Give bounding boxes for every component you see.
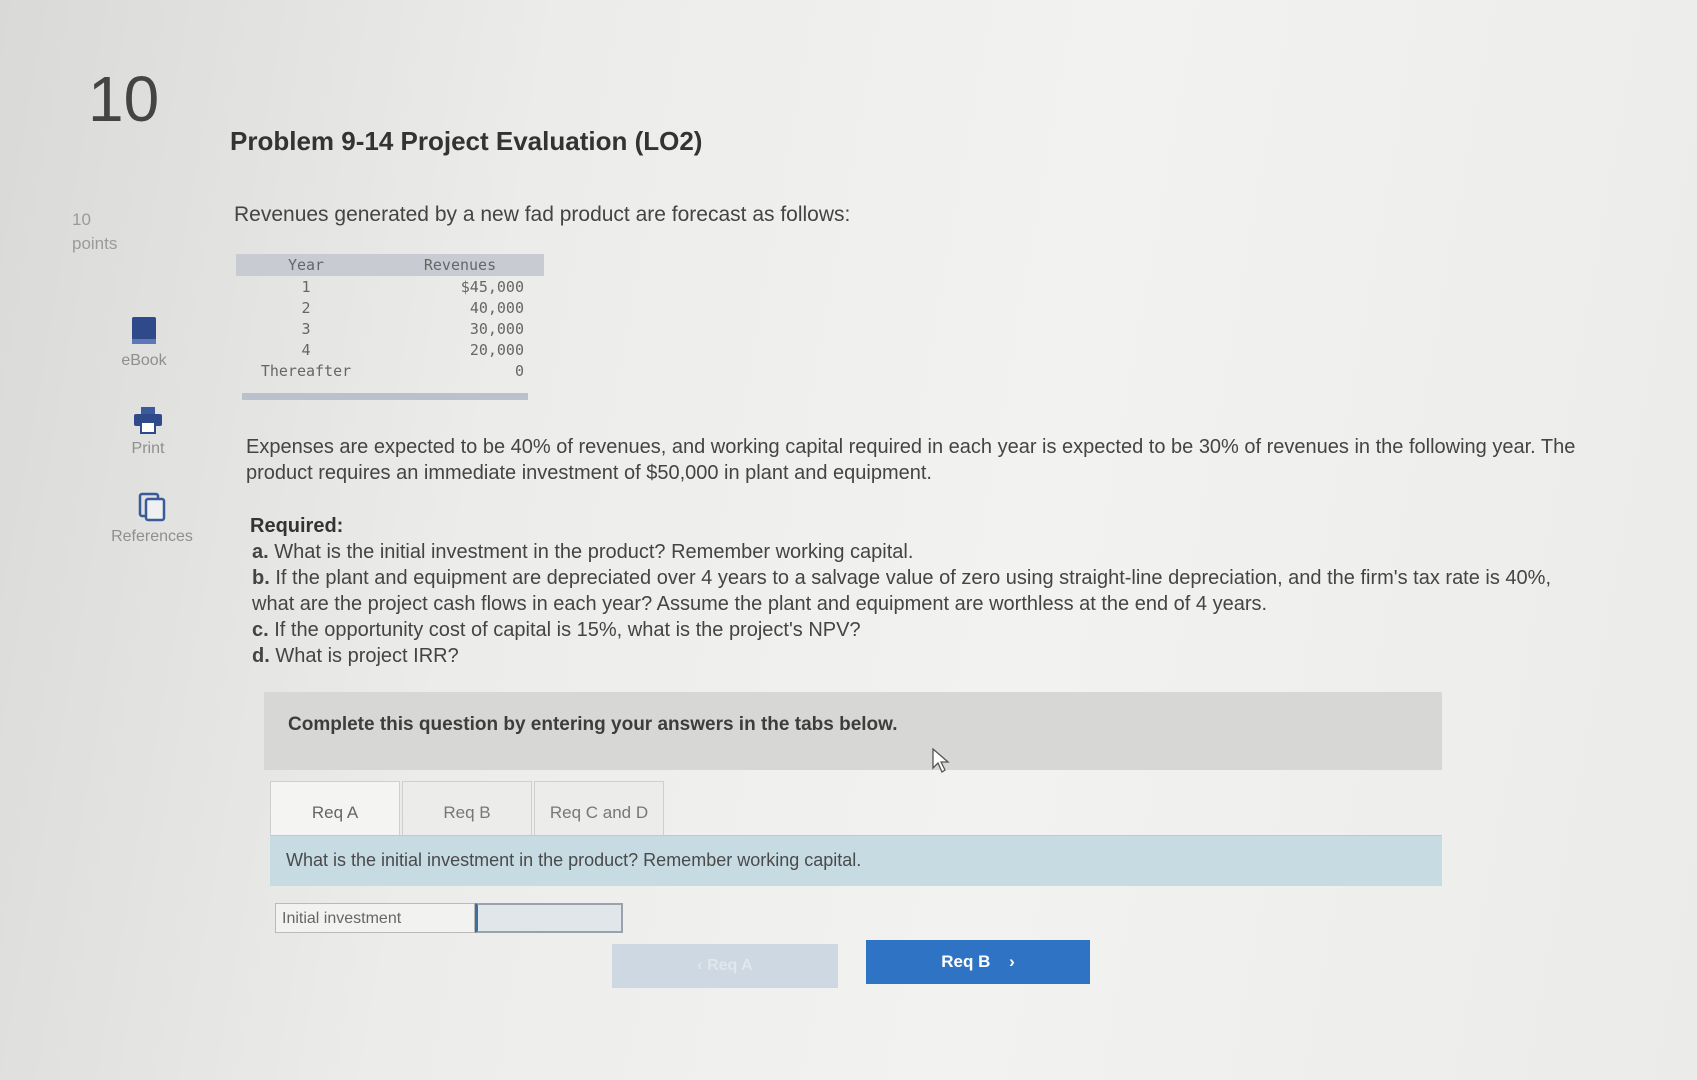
table-cell-year: 4 (301, 340, 311, 359)
tab-req-a[interactable]: Req A (270, 781, 400, 843)
references-label: References (111, 528, 193, 545)
problem-paragraph: Expenses are expected to be 40% of reven… (246, 436, 1576, 484)
initial-investment-input[interactable] (475, 903, 623, 933)
table-header-row: Year Revenues (236, 254, 544, 276)
table-row: Thereafter 0 (236, 360, 544, 381)
screen: 10 10 points eBook Print References Prob… (0, 0, 1697, 1080)
active-question-bar: What is the initial investment in the pr… (270, 835, 1442, 886)
table-cell-revenue: $45,000 (460, 277, 524, 296)
table-cell-revenue: 0 (514, 361, 524, 380)
revenue-table: Year Revenues 1 $45,000 2 40,000 3 30,00… (236, 254, 544, 381)
table-header-year: Year (236, 254, 376, 276)
table-cell-year: 3 (301, 319, 311, 338)
required-text: What is the initial investment in the pr… (274, 541, 914, 563)
next-button-label: Req B (941, 952, 991, 971)
table-row: 4 20,000 (236, 339, 544, 360)
tab-req-b[interactable]: Req B (402, 781, 532, 843)
required-letter: d. (252, 645, 270, 667)
question-number: 10 (88, 63, 160, 135)
table-header-revenues: Revenues (376, 254, 544, 276)
required-item-b: b. If the plant and equipment are deprec… (250, 565, 1580, 617)
required-item-c: c. If the opportunity cost of capital is… (250, 617, 1580, 643)
points-info: 10 points (72, 208, 117, 256)
table-cell-revenue: 30,000 (469, 319, 524, 338)
references-icon (138, 492, 166, 522)
table-footer-bar (242, 393, 528, 400)
required-item-d: d. What is project IRR? (250, 643, 1580, 669)
table-row: 3 30,000 (236, 318, 544, 339)
required-item-a: a. What is the initial investment in the… (250, 539, 1580, 565)
required-letter: a. (252, 541, 269, 563)
answer-row: Initial investment (275, 903, 623, 935)
points-label: points (72, 234, 118, 253)
problem-intro: Revenues generated by a new fad product … (234, 203, 851, 226)
print-label: Print (131, 440, 165, 457)
initial-investment-label: Initial investment (275, 903, 475, 933)
required-heading: Required: (250, 515, 344, 537)
points-value: 10 (72, 210, 91, 229)
required-letter: b. (252, 567, 270, 589)
next-req-b-button[interactable]: Req B › (866, 940, 1090, 984)
required-text: What is project IRR? (275, 645, 459, 667)
references-tool[interactable]: References (92, 492, 212, 546)
table-row: 2 40,000 (236, 297, 544, 318)
mouse-cursor-icon (932, 748, 950, 773)
tab-req-c-and-d[interactable]: Req C and D (534, 781, 664, 843)
table-row: 1 $45,000 (236, 276, 544, 297)
table-cell-revenue: 40,000 (469, 298, 524, 317)
chevron-right-icon: › (1009, 952, 1015, 971)
table-cell-year: 1 (301, 277, 311, 296)
required-text: If the opportunity cost of capital is 15… (274, 619, 861, 641)
print-tool[interactable]: Print (88, 406, 208, 458)
required-section: Required: a. What is the initial investm… (250, 513, 1580, 669)
active-question-text: What is the initial investment in the pr… (286, 850, 862, 870)
ebook-tool[interactable]: eBook (84, 316, 204, 370)
table-cell-year: Thereafter (260, 361, 352, 380)
ebook-label: eBook (121, 352, 167, 369)
prev-req-a-button[interactable]: ‹ Req A (612, 944, 838, 988)
required-text: If the plant and equipment are depreciat… (252, 567, 1552, 615)
table-cell-revenue: 20,000 (469, 340, 524, 359)
instructions-box: Complete this question by entering your … (264, 692, 1442, 770)
book-icon (132, 317, 156, 344)
printer-icon (134, 407, 162, 434)
chevron-left-icon: ‹ (697, 957, 703, 974)
prev-button-label: Req A (707, 957, 753, 974)
problem-title: Problem 9-14 Project Evaluation (LO2) (230, 126, 703, 156)
required-letter: c. (252, 619, 269, 641)
instructions-text: Complete this question by entering your … (288, 714, 898, 735)
table-cell-year: 2 (301, 298, 311, 317)
